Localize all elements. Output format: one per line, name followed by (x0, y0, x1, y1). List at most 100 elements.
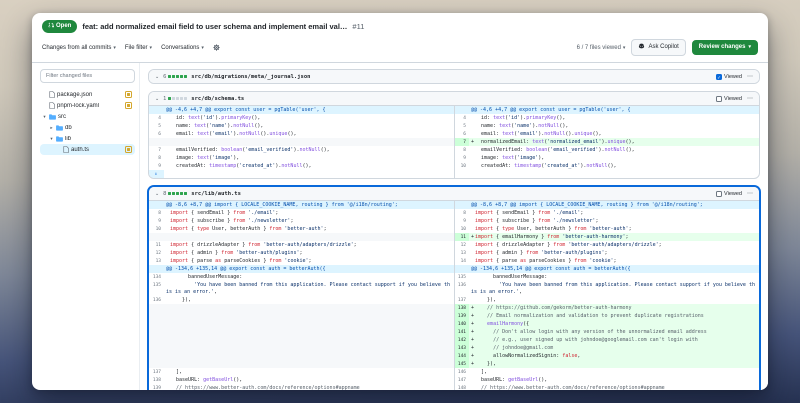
diffstat-square-neutral (172, 97, 175, 100)
old-line-number[interactable]: 10 (149, 225, 164, 233)
old-line-number[interactable]: 134 (149, 273, 164, 281)
new-line-number[interactable]: 7 (454, 138, 469, 146)
new-line-number[interactable]: 4 (454, 114, 469, 122)
new-line-number[interactable]: 9 (454, 217, 469, 225)
new-line-number[interactable]: 135 (454, 273, 469, 281)
tree-item-lib[interactable]: ▾lib (40, 133, 135, 144)
file-header-actions: ✓Viewed ⋯ (716, 73, 753, 80)
old-line-number[interactable]: 6 (149, 130, 164, 138)
new-line-number[interactable]: 6 (454, 130, 469, 138)
new-line-number[interactable]: 145 (454, 360, 469, 368)
viewed-toggle[interactable]: Viewed (716, 96, 742, 102)
review-changes-button[interactable]: Review changes ▾ (692, 40, 758, 55)
new-line-number[interactable]: 10 (454, 225, 469, 233)
toolbar-tab-conversations[interactable]: Conversations▾ (161, 45, 204, 51)
old-line-number[interactable]: 138 (149, 376, 164, 384)
old-line-number[interactable]: 13 (149, 257, 164, 265)
old-line-number (149, 360, 164, 368)
file-path[interactable]: src/db/schema.ts (191, 96, 244, 102)
new-line-number[interactable]: 13 (454, 249, 469, 257)
old-line-number[interactable]: 136 (149, 296, 164, 304)
old-line-number[interactable]: 9 (149, 162, 164, 170)
file-path[interactable]: src/lib/auth.ts (191, 191, 241, 197)
new-line-number[interactable]: 138 (454, 304, 469, 312)
diff-row: 143+ // johndoe@gmail.com (149, 344, 759, 352)
new-line-number[interactable]: 141 (454, 328, 469, 336)
file-menu-kebab-icon[interactable]: ⋯ (747, 190, 753, 197)
old-line-number[interactable]: 137 (149, 368, 164, 376)
collapse-chevron-icon[interactable]: ⌄ (155, 191, 159, 197)
viewed-checkbox[interactable] (716, 96, 722, 102)
tree-item-src[interactable]: ▾src (40, 111, 135, 122)
old-code: createdAt: timestamp('created_at').notNu… (164, 162, 454, 170)
old-line-number[interactable]: 4 (149, 114, 164, 122)
pr-status-label: Open (56, 23, 71, 30)
viewed-toggle[interactable]: Viewed (716, 191, 742, 197)
new-line-number[interactable]: 5 (454, 122, 469, 130)
chevron-down-icon[interactable]: ▾ (49, 136, 54, 142)
new-line-number[interactable]: 8 (454, 209, 469, 217)
chevron-down-icon[interactable]: ▾ (42, 114, 47, 120)
expand-diff-button[interactable]: ↕ (149, 170, 164, 178)
old-line-number[interactable]: 7 (149, 146, 164, 154)
viewed-checkbox[interactable] (716, 191, 722, 197)
old-line-number (149, 328, 164, 336)
old-line-number[interactable]: 139 (149, 384, 164, 390)
new-line-number[interactable]: 136 (454, 281, 469, 296)
tree-item-pnpm-lock.yaml[interactable]: pnpm-lock.yaml (40, 100, 135, 111)
diffstat-square-neutral (184, 97, 187, 100)
new-line-number[interactable]: 147 (454, 376, 469, 384)
collapse-chevron-icon[interactable]: ⌄ (155, 96, 159, 102)
new-code: import { admin } from 'better-auth/plugi… (469, 249, 759, 257)
new-code: import { parse as parseCookies } from 'c… (469, 257, 759, 265)
hunk-header: @@ -8,6 +8,7 @@ import { LOCALE_COOKIE_N… (164, 201, 454, 209)
collapse-chevron-icon[interactable]: ⌄ (155, 74, 159, 80)
new-line-number[interactable]: 143 (454, 344, 469, 352)
old-line-number[interactable]: 8 (149, 154, 164, 162)
diffstat-square-add (172, 192, 175, 195)
old-line-number[interactable]: 5 (149, 122, 164, 130)
old-code: image: text('image'), (164, 154, 454, 162)
old-line-number[interactable]: 8 (149, 209, 164, 217)
new-line-number[interactable]: 142 (454, 336, 469, 344)
old-line-number[interactable]: 12 (149, 249, 164, 257)
old-line-number[interactable]: 11 (149, 241, 164, 249)
copilot-icon (638, 43, 645, 52)
new-line-number[interactable]: 11 (454, 233, 469, 241)
new-line-number[interactable]: 14 (454, 257, 469, 265)
tree-item-db[interactable]: ▸db (40, 122, 135, 133)
new-line-number[interactable]: 10 (454, 162, 469, 170)
new-line-number[interactable]: 148 (454, 384, 469, 390)
tree-item-package.json[interactable]: package.json (40, 89, 135, 100)
tree-item-auth.ts[interactable]: auth.ts (40, 144, 135, 155)
old-line-number (149, 233, 164, 241)
diffstat-square-neutral (176, 97, 179, 100)
file-menu-kebab-icon[interactable]: ⋯ (747, 73, 753, 80)
new-line-number[interactable]: 144 (454, 352, 469, 360)
new-line-number[interactable]: 8 (454, 146, 469, 154)
new-line-number[interactable]: 9 (454, 154, 469, 162)
old-code: name: text('name').notNull(), (164, 122, 454, 130)
file-menu-kebab-icon[interactable]: ⋯ (747, 95, 753, 102)
ask-copilot-button[interactable]: Ask Copilot (631, 39, 685, 56)
old-line-number[interactable]: 9 (149, 217, 164, 225)
new-code: import { subscribe } from './newsletter'… (469, 217, 759, 225)
new-line-number[interactable]: 140 (454, 320, 469, 328)
files-viewed-counter[interactable]: 6 / 7 files viewed ▾ (577, 45, 626, 51)
chevron-right-icon[interactable]: ▸ (49, 125, 54, 131)
toolbar-tab-file-filter[interactable]: File filter▾ (125, 45, 152, 51)
files-changed-toolbar: Changes from all commits▾ File filter▾ Con… (32, 36, 768, 63)
diff-row: 9 createdAt: timestamp('created_at').not… (149, 162, 759, 170)
viewed-toggle[interactable]: ✓Viewed (716, 74, 742, 80)
viewed-checkbox[interactable]: ✓ (716, 74, 722, 80)
new-line-number[interactable]: 146 (454, 368, 469, 376)
new-line-number[interactable]: 12 (454, 241, 469, 249)
filter-changed-files-input[interactable] (44, 72, 131, 80)
new-line-number[interactable]: 137 (454, 296, 469, 304)
file-tree-sidebar: package.jsonpnpm-lock.yaml▾src▸db▾libaut… (32, 63, 140, 390)
toolbar-tab-changes-from-all-commits[interactable]: Changes from all commits▾ (42, 45, 116, 51)
old-line-number[interactable]: 135 (149, 281, 164, 296)
new-line-number[interactable]: 139 (454, 312, 469, 320)
diff-settings-gear-icon[interactable] (213, 44, 220, 51)
file-path[interactable]: src/db/migrations/meta/_journal.json (191, 74, 310, 80)
